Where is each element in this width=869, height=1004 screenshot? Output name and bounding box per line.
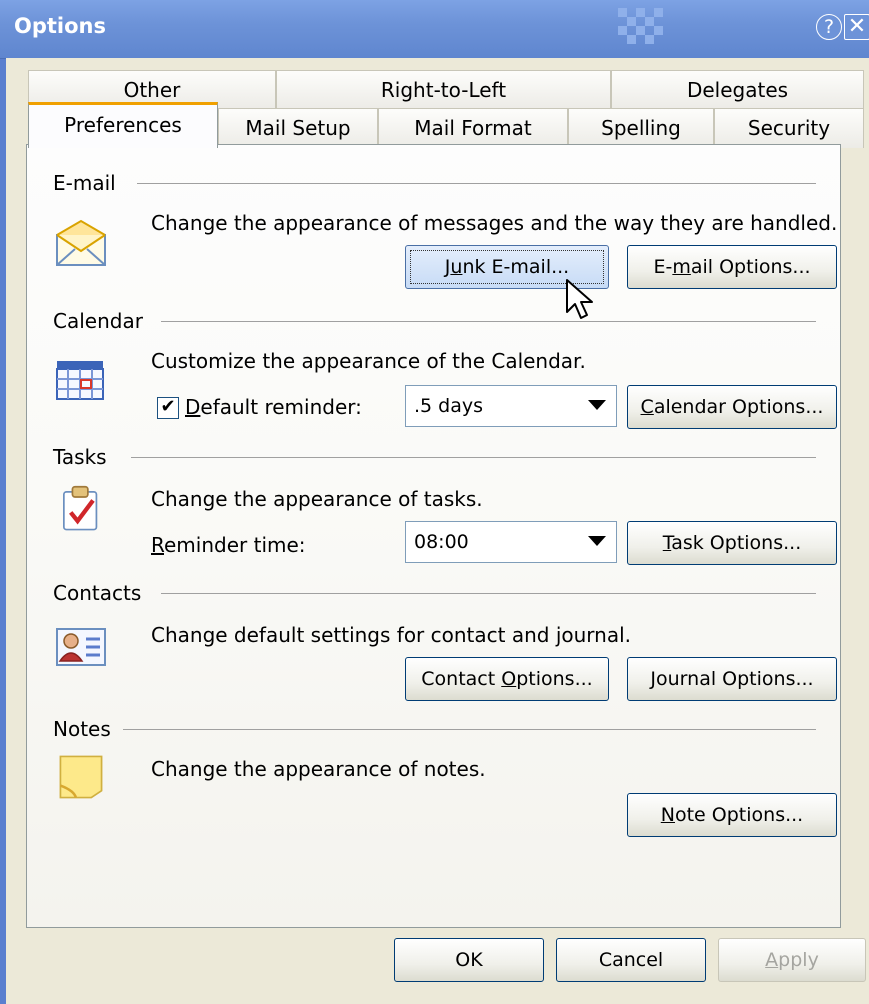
email-description: Change the appearance of messages and th… bbox=[151, 211, 838, 235]
calendar-section-label: Calendar bbox=[53, 309, 143, 333]
contacts-divider bbox=[161, 593, 816, 594]
default-reminder-select[interactable]: .5 days bbox=[405, 385, 617, 427]
calendar-description: Customize the appearance of the Calendar… bbox=[151, 349, 586, 373]
close-icon[interactable]: ✕ bbox=[844, 14, 869, 40]
chevron-down-icon[interactable] bbox=[588, 536, 606, 546]
default-reminder-value: .5 days bbox=[414, 395, 484, 417]
default-reminder-checkbox[interactable]: ✔ bbox=[157, 397, 179, 419]
calendar-icon bbox=[56, 361, 104, 400]
calendar-divider bbox=[161, 321, 816, 322]
calendar-options-button[interactable]: Calendar Options... bbox=[627, 385, 837, 429]
journal-options-button[interactable]: Journal Options... bbox=[627, 657, 837, 701]
contacts-description: Change default settings for contact and … bbox=[151, 623, 631, 647]
tasks-section-label: Tasks bbox=[53, 445, 107, 469]
sticky-note-icon bbox=[59, 755, 103, 799]
apply-button[interactable]: Apply bbox=[718, 938, 866, 982]
email-section-label: E-mail bbox=[53, 171, 116, 195]
notes-description: Change the appearance of notes. bbox=[151, 757, 486, 781]
window-title: Options bbox=[14, 14, 106, 38]
ok-button[interactable]: OK bbox=[394, 938, 544, 982]
reminder-time-select[interactable]: 08:00 bbox=[405, 521, 617, 563]
contact-options-button[interactable]: Contact Options... bbox=[405, 657, 609, 701]
tab-delegates[interactable]: Delegates bbox=[611, 70, 864, 110]
titlebar-decoration bbox=[618, 8, 678, 52]
contact-card-icon bbox=[56, 628, 106, 666]
note-options-button[interactable]: Note Options... bbox=[627, 793, 837, 837]
tab-mail-setup[interactable]: Mail Setup bbox=[218, 108, 378, 148]
tab-right-to-left[interactable]: Right-to-Left bbox=[276, 70, 611, 110]
options-dialog: Other Right-to-Left Delegates Preference… bbox=[6, 58, 869, 1004]
tasks-divider bbox=[131, 457, 816, 458]
help-icon[interactable]: ? bbox=[816, 14, 842, 40]
notes-section-label: Notes bbox=[53, 717, 111, 741]
tab-spelling[interactable]: Spelling bbox=[568, 108, 714, 148]
tab-preferences[interactable]: Preferences bbox=[28, 102, 218, 148]
cancel-button[interactable]: Cancel bbox=[556, 938, 706, 982]
email-divider bbox=[137, 183, 816, 184]
tab-mail-format[interactable]: Mail Format bbox=[378, 108, 568, 148]
task-clipboard-icon bbox=[63, 485, 98, 531]
notes-divider bbox=[123, 729, 816, 730]
email-options-button[interactable]: E-mail Options... bbox=[627, 245, 837, 289]
title-bar: Options ? ✕ bbox=[0, 0, 869, 59]
mouse-pointer-icon bbox=[566, 279, 593, 319]
envelope-icon bbox=[56, 219, 106, 266]
reminder-time-label: Reminder time: bbox=[151, 533, 306, 557]
chevron-down-icon[interactable] bbox=[588, 400, 606, 410]
preferences-panel: E-mail Change the appearance of messages… bbox=[26, 144, 841, 928]
reminder-time-value: 08:00 bbox=[414, 531, 469, 553]
contacts-section-label: Contacts bbox=[53, 581, 142, 605]
task-options-button[interactable]: Task Options... bbox=[627, 521, 837, 565]
default-reminder-label: Default reminder: bbox=[185, 395, 362, 419]
tab-security[interactable]: Security bbox=[714, 108, 864, 148]
tasks-description: Change the appearance of tasks. bbox=[151, 487, 483, 511]
